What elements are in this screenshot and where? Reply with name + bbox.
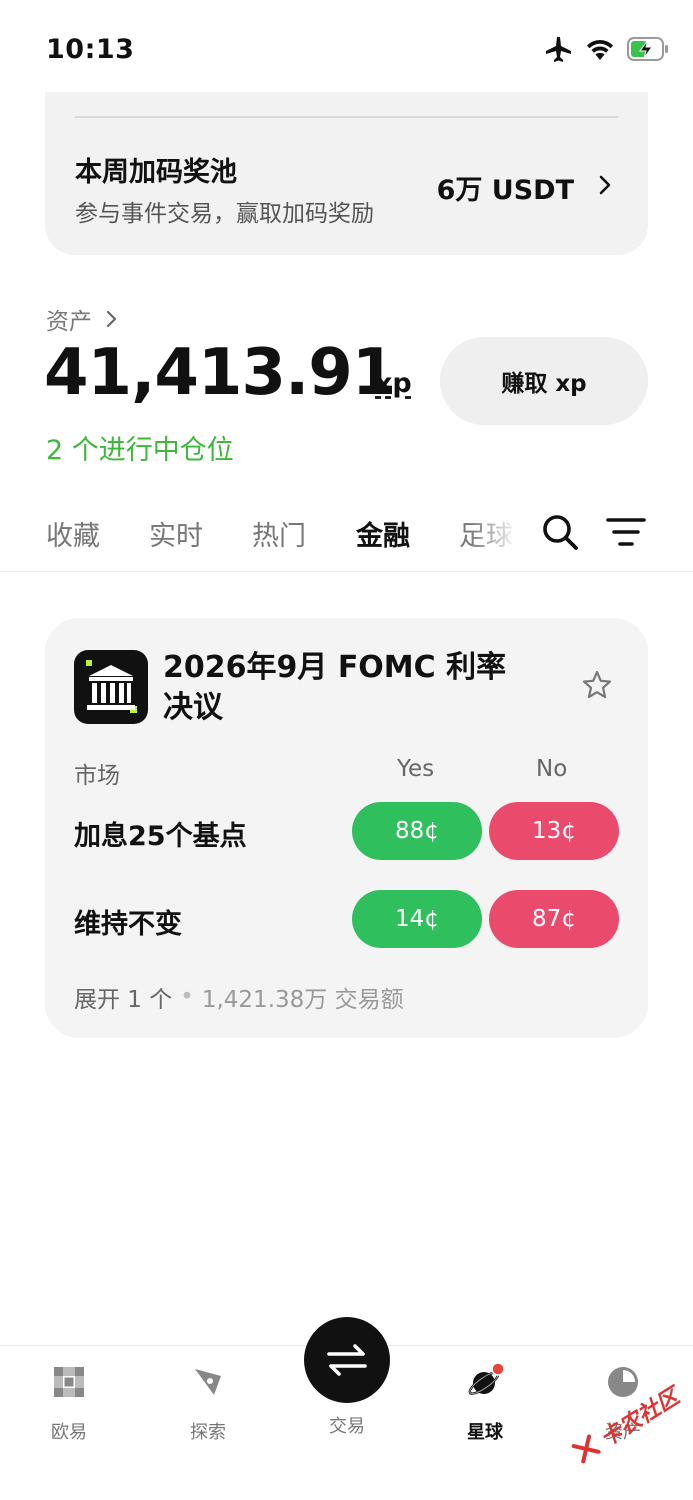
nav-item-explore[interactable]: 探索 xyxy=(158,1364,258,1444)
outcome-label: 维持不变 xyxy=(74,909,182,940)
open-positions-link[interactable]: 2 个进行中仓位 xyxy=(46,428,234,467)
nav-item-planet[interactable]: 星球 xyxy=(435,1362,535,1444)
trade-volume: 1,421.38万 交易额 xyxy=(201,987,404,1013)
tab-finance[interactable]: 金融 xyxy=(356,514,410,553)
status-bar: 10:13 xyxy=(0,0,693,92)
nav-label-trade: 交易 xyxy=(329,1416,365,1437)
swap-arrows-icon xyxy=(327,1344,367,1376)
assets-label: 资产 xyxy=(46,309,92,335)
tab-live[interactable]: 实时 xyxy=(149,514,203,553)
separator-dot: • xyxy=(180,984,194,1010)
assets-unit[interactable]: xp xyxy=(375,368,412,399)
trade-button[interactable] xyxy=(304,1317,390,1403)
outcome-label: 加息25个基点 xyxy=(74,821,247,852)
okx-logo-icon xyxy=(54,1367,84,1397)
column-header-no: No xyxy=(536,756,568,782)
nav-label: 欧易 xyxy=(51,1422,87,1443)
wifi-icon xyxy=(587,39,613,60)
filter-icon[interactable] xyxy=(606,516,646,548)
tabs-fade xyxy=(470,506,540,562)
promo-divider xyxy=(75,116,618,118)
buy-yes-button[interactable]: 88¢ xyxy=(352,802,482,860)
buy-no-button[interactable]: 13¢ xyxy=(489,802,619,860)
nav-item-okx[interactable]: 欧易 xyxy=(19,1364,119,1444)
promo-title: 本周加码奖池 xyxy=(75,157,237,188)
compass-icon xyxy=(195,1369,221,1395)
promo-subtitle: 参与事件交易，赢取加码奖励 xyxy=(75,201,374,227)
assets-link[interactable]: 资产 xyxy=(46,302,118,336)
chevron-right-icon xyxy=(106,310,117,328)
buy-no-button[interactable]: 87¢ xyxy=(489,890,619,948)
bank-building-icon xyxy=(74,650,148,724)
column-header-yes: Yes xyxy=(397,756,435,782)
chevron-right-icon xyxy=(599,175,611,195)
promo-card[interactable]: 本周加码奖池 参与事件交易，赢取加码奖励 6万 USDT xyxy=(45,92,648,255)
star-icon[interactable] xyxy=(582,670,612,700)
market-card[interactable]: 2026年9月 FOMC 利率决议 市场 Yes No 加息25个基点 88¢ … xyxy=(45,618,648,1038)
assets-value: 41,413.91 xyxy=(44,336,396,410)
battery-charging-icon xyxy=(627,37,668,61)
market-title: 2026年9月 FOMC 利率决议 xyxy=(163,650,507,725)
market-footer: 展开 1 个 • 1,421.38万 交易额 xyxy=(74,980,404,1014)
tab-favorites[interactable]: 收藏 xyxy=(46,514,100,553)
nav-label: 星球 xyxy=(467,1422,503,1443)
nav-label: 探索 xyxy=(190,1422,226,1443)
status-icons xyxy=(545,36,669,62)
category-tabs: 收藏 实时 热门 金融 足球 xyxy=(0,500,693,572)
column-header-market: 市场 xyxy=(74,763,120,789)
pie-chart-icon xyxy=(608,1367,638,1397)
expand-link[interactable]: 展开 1 个 xyxy=(74,980,172,1014)
buy-yes-button[interactable]: 14¢ xyxy=(352,890,482,948)
airplane-icon xyxy=(546,37,571,62)
earn-xp-button[interactable]: 赚取 xp xyxy=(440,337,648,425)
status-time: 10:13 xyxy=(46,34,135,65)
planet-icon xyxy=(468,1362,505,1395)
search-icon[interactable] xyxy=(540,512,580,552)
tab-hot[interactable]: 热门 xyxy=(252,514,306,553)
promo-amount: 6万 USDT xyxy=(436,175,574,206)
